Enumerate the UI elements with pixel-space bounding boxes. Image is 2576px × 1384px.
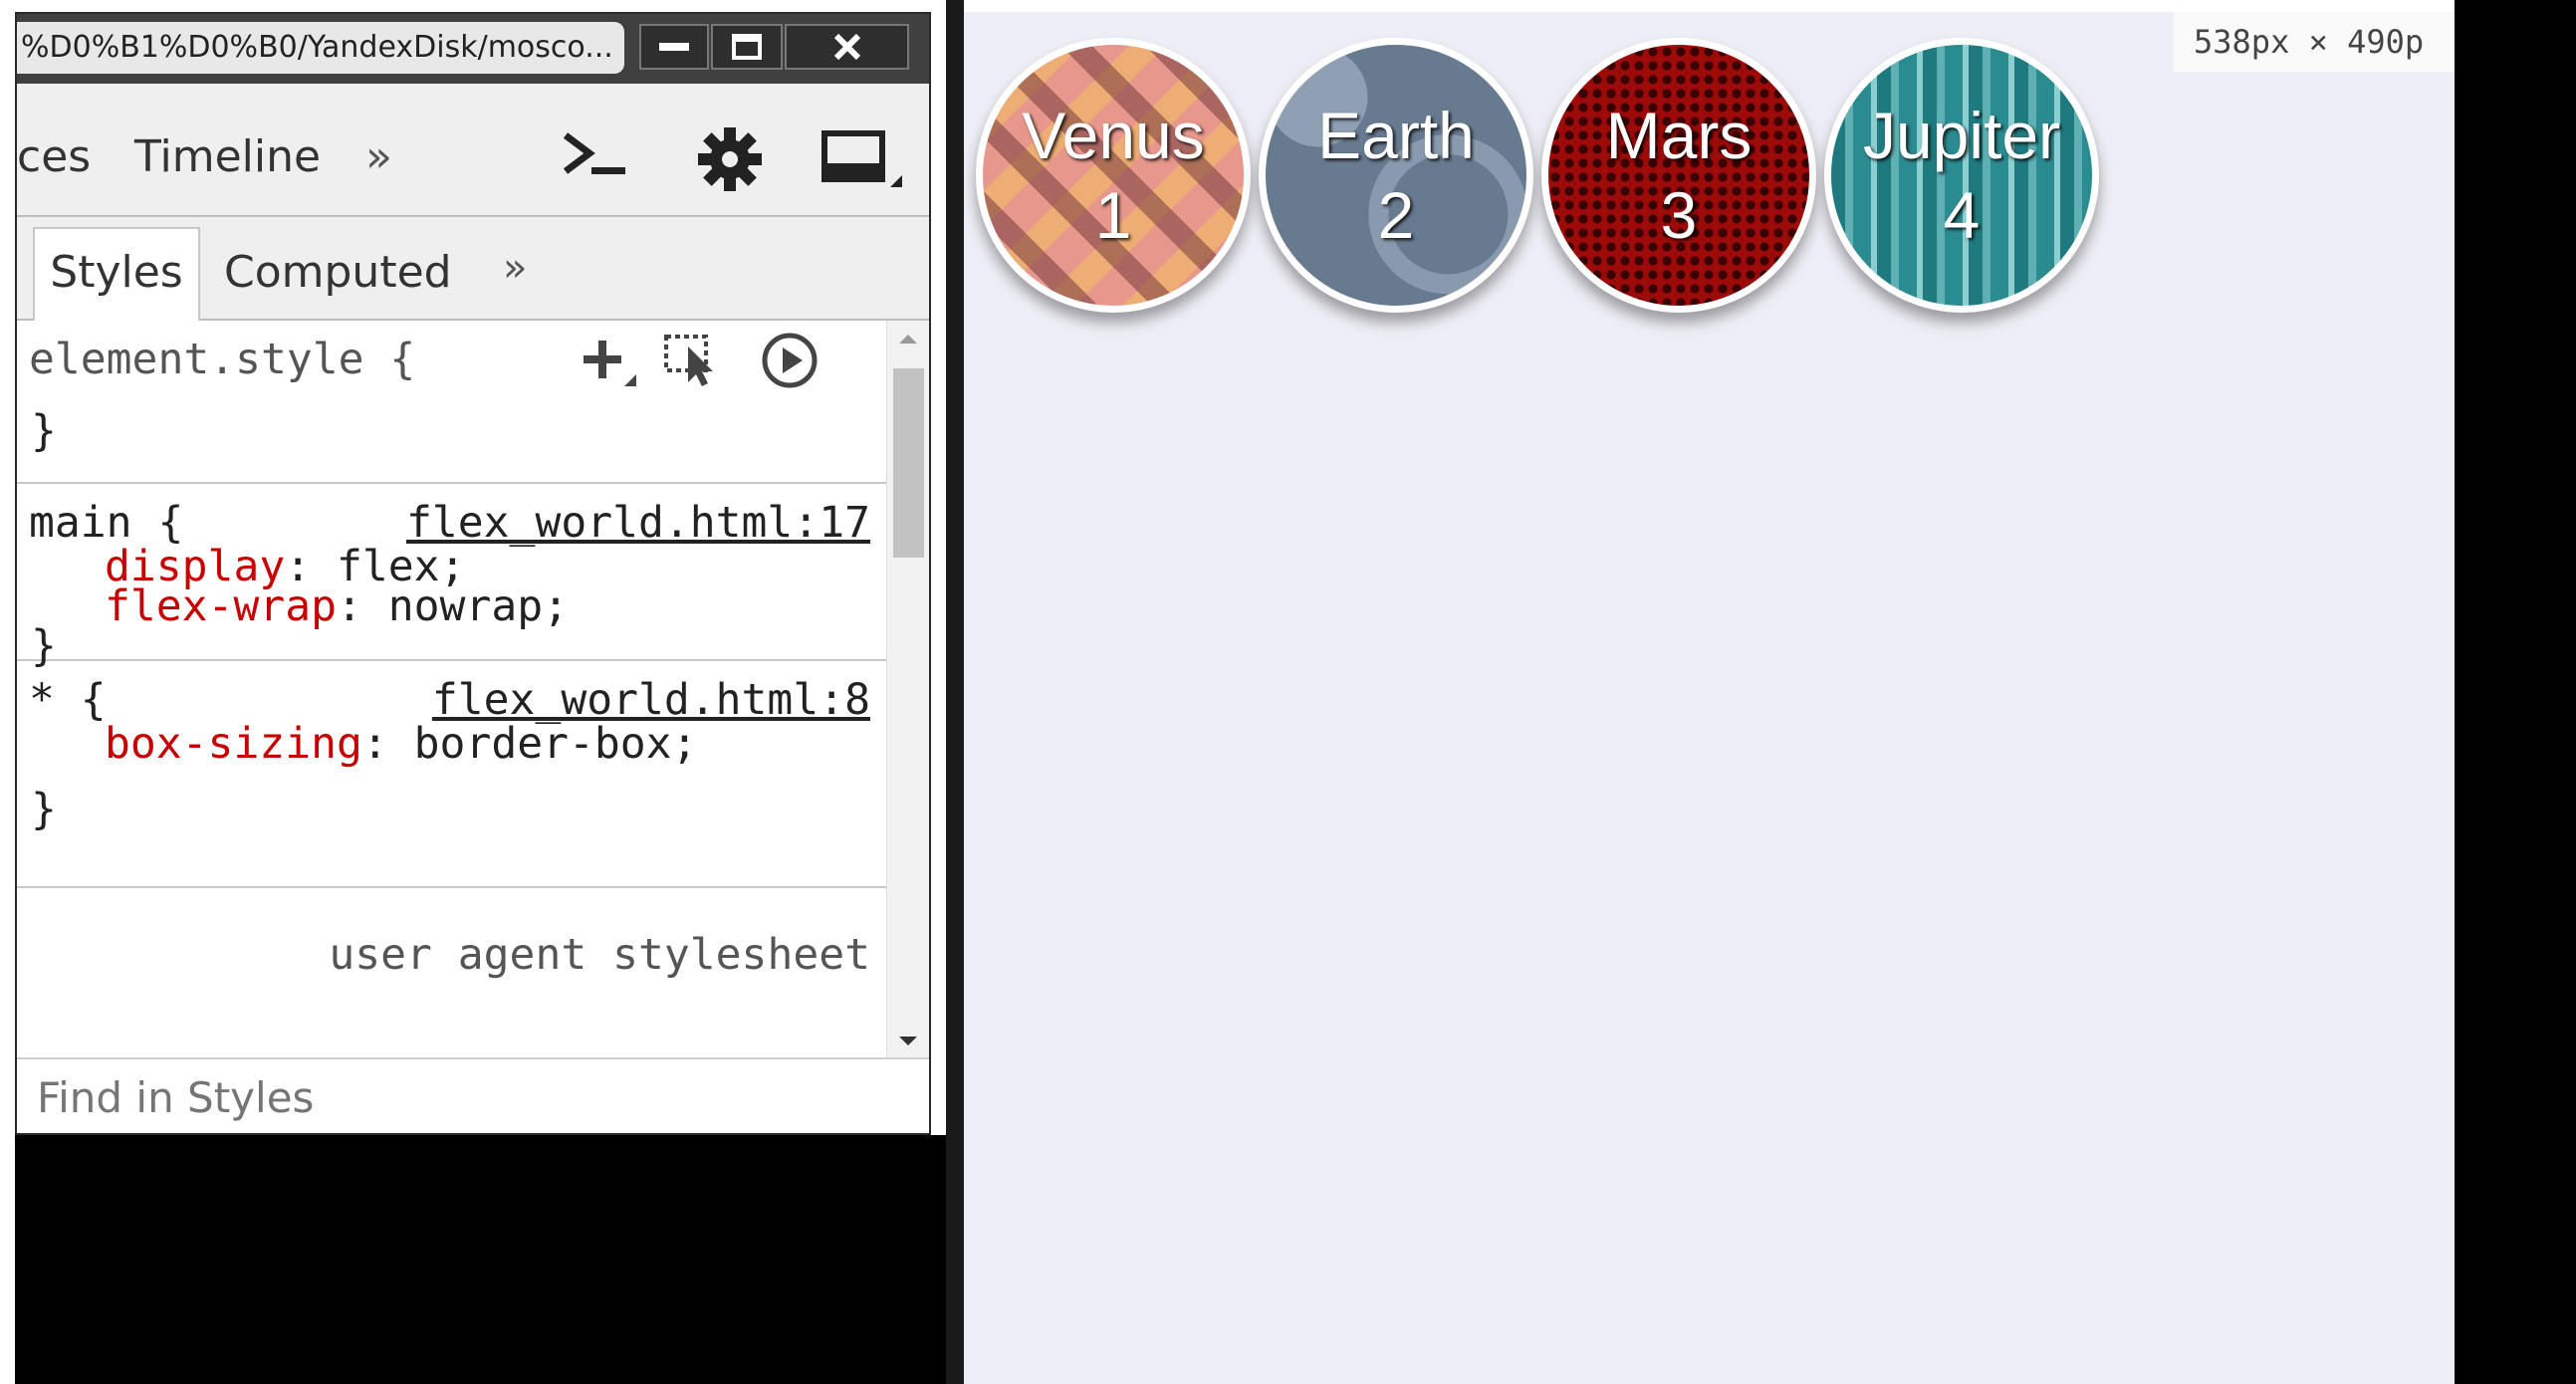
- planet-jupiter[interactable]: Jupiter 4: [1824, 38, 2099, 313]
- planet-number: 3: [1660, 178, 1698, 252]
- planet-mars[interactable]: Mars 3: [1541, 38, 1816, 313]
- frame-divider: [946, 0, 964, 1384]
- main-rule: main { flex_world.html:17 display: flex;…: [17, 484, 886, 671]
- maximize-icon: [732, 34, 762, 60]
- css-property-value: : nowrap;: [337, 581, 569, 631]
- more-sidebar-tabs-button[interactable]: »: [503, 245, 527, 291]
- gear-icon[interactable]: [694, 125, 766, 193]
- rule-selector[interactable]: main {: [29, 498, 183, 548]
- frame-right: [2455, 0, 2576, 1384]
- rule-close-brace: }: [31, 406, 57, 456]
- rule-selector[interactable]: element.style {: [29, 335, 415, 384]
- dock-icon[interactable]: [819, 125, 908, 195]
- tab-sources[interactable]: ces: [17, 131, 91, 182]
- tab-computed[interactable]: Computed: [224, 247, 452, 298]
- planet-name: Mars: [1605, 99, 1753, 172]
- planet-name: Venus: [1022, 99, 1205, 172]
- element-style-rule: element.style { }: [17, 321, 886, 484]
- scroll-up-arrow-icon[interactable]: [899, 335, 917, 344]
- rule-selector[interactable]: * {: [29, 675, 107, 725]
- tab-styles[interactable]: Styles: [33, 227, 200, 321]
- title-bar: %D0%B1%D0%B0/YandexDisk/mosco...: [17, 14, 929, 84]
- css-property-row[interactable]: flex-wrap: nowrap;: [105, 581, 569, 631]
- find-in-styles-input[interactable]: [37, 1069, 893, 1125]
- page-viewport: Venus 1 Earth 2 Mars 3 Jupiter 4 538px ×…: [964, 12, 2455, 1384]
- planet-number: 4: [1943, 178, 1981, 252]
- planet-venus[interactable]: Venus 1: [976, 38, 1251, 313]
- animations-icon[interactable]: [760, 331, 820, 390]
- devtools-tab-bar: ces Timeline »: [17, 84, 929, 217]
- rule-close-brace: }: [31, 785, 57, 834]
- close-icon: [833, 33, 860, 61]
- element-state-icon[interactable]: [662, 333, 724, 390]
- tab-timeline[interactable]: Timeline: [134, 131, 321, 182]
- frame-bottom: [15, 1135, 964, 1384]
- styles-pane: element.style { } main { flex_world.html…: [17, 321, 886, 1057]
- universal-rule: * { flex_world.html:8 box-sizing: border…: [17, 661, 886, 888]
- console-icon[interactable]: [560, 125, 631, 185]
- scrollbar-thumb[interactable]: [893, 368, 924, 558]
- planet-name: Earth: [1317, 99, 1475, 172]
- styles-scrollbar[interactable]: [886, 321, 929, 1057]
- scroll-down-arrow-icon[interactable]: [899, 1037, 917, 1045]
- css-property-name: flex-wrap: [105, 581, 337, 631]
- css-property-row[interactable]: box-sizing: border-box;: [105, 719, 697, 769]
- css-property-name: box-sizing: [105, 719, 362, 769]
- user-agent-rule: user agent stylesheet: [17, 888, 886, 1057]
- planet-number: 1: [1094, 178, 1132, 252]
- close-button[interactable]: [785, 24, 909, 70]
- window-title: %D0%B1%D0%B0/YandexDisk/mosco...: [17, 22, 624, 74]
- maximize-button[interactable]: [711, 24, 783, 70]
- planet-earth[interactable]: Earth 2: [1259, 38, 1533, 313]
- add-rule-icon[interactable]: [583, 337, 638, 388]
- rule-source-link[interactable]: flex_world.html:17: [406, 498, 870, 548]
- viewport-dimensions-badge: 538px × 490p: [2174, 12, 2455, 72]
- sidebar-tab-bar: Styles Computed »: [17, 217, 929, 321]
- planet-number: 2: [1377, 178, 1415, 252]
- rule-source-link[interactable]: flex_world.html:8: [432, 675, 870, 725]
- more-tabs-button[interactable]: »: [365, 131, 392, 182]
- minimize-button[interactable]: [639, 24, 709, 70]
- css-property-value: : border-box;: [361, 719, 698, 769]
- minimize-icon: [659, 43, 689, 51]
- planet-name: Jupiter: [1862, 99, 2061, 172]
- devtools-window: %D0%B1%D0%B0/YandexDisk/mosco... ces Tim…: [15, 12, 931, 1135]
- user-agent-stylesheet-label: user agent stylesheet: [329, 930, 870, 980]
- find-bar: [17, 1057, 929, 1133]
